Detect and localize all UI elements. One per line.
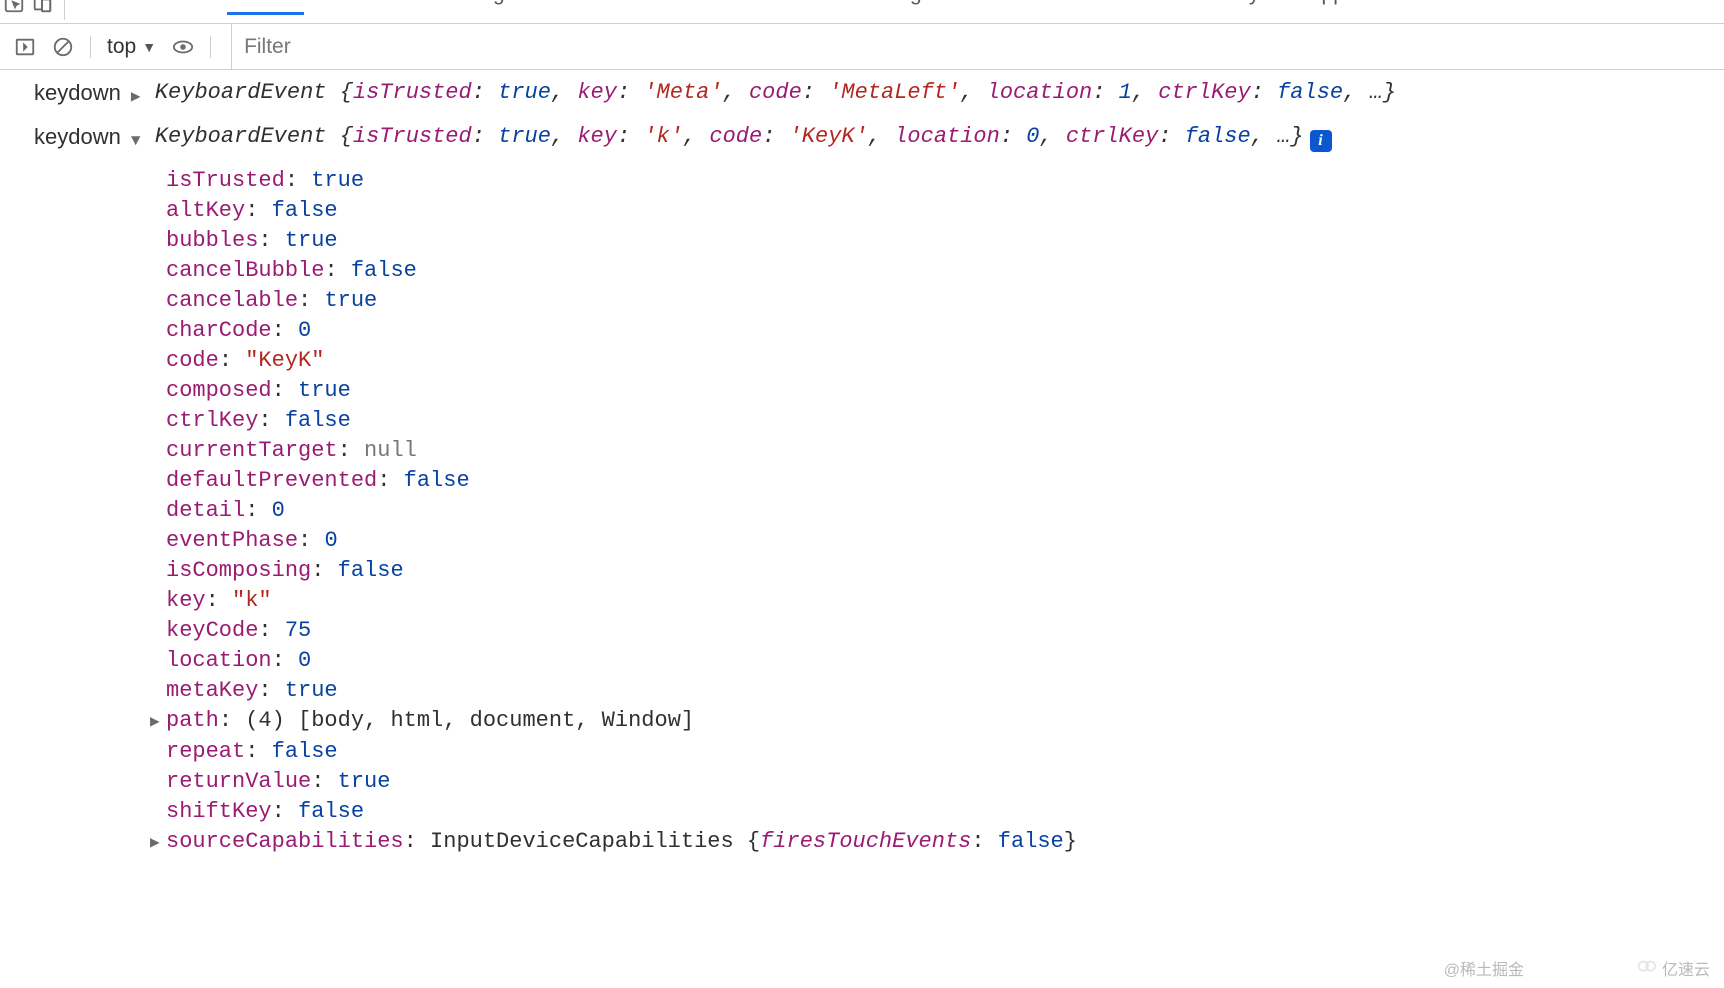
- console-filter-input[interactable]: [232, 24, 1724, 69]
- tab-elements[interactable]: Elements: [91, 0, 179, 12]
- object-property[interactable]: cancelBubble: false: [150, 256, 1724, 286]
- log-event-name: keydown: [34, 122, 121, 152]
- object-property[interactable]: location: 0: [150, 646, 1724, 676]
- divider: [90, 36, 91, 58]
- tab-performance-insights[interactable]: Performance insights: [752, 0, 967, 12]
- tab-performance[interactable]: Performance: [1015, 0, 1135, 12]
- object-property[interactable]: repeat: false: [150, 737, 1724, 767]
- object-property[interactable]: key: "k": [150, 586, 1724, 616]
- device-toggle-icon[interactable]: [28, 0, 56, 24]
- console-log-row: keydown ▼ KeyboardEvent {isTrusted: true, …: [34, 122, 1724, 156]
- object-property[interactable]: composed: true: [150, 376, 1724, 406]
- tab-network[interactable]: Network: [352, 0, 429, 12]
- disclosure-triangle-icon[interactable]: ▶: [150, 707, 166, 737]
- object-preview[interactable]: KeyboardEvent {isTrusted: true, key: 'k'…: [155, 122, 1332, 152]
- object-property[interactable]: charCode: 0: [150, 316, 1724, 346]
- tab-memory[interactable]: Memory: [1184, 0, 1260, 12]
- watermark-right: 亿速云: [1636, 956, 1710, 980]
- object-preview[interactable]: KeyboardEvent {isTrusted: true, key: 'Me…: [155, 78, 1396, 108]
- object-property[interactable]: detail: 0: [150, 496, 1724, 526]
- watermark-right-text: 亿速云: [1662, 956, 1710, 980]
- object-constructor: KeyboardEvent: [155, 124, 340, 149]
- divider: [64, 0, 65, 20]
- console-output: keydown ▶ KeyboardEvent {isTrusted: true, …: [0, 70, 1724, 858]
- filter-wrap: [231, 24, 1724, 69]
- watermark-left: @稀土掘金: [1444, 956, 1524, 980]
- execution-context-label: top: [107, 35, 136, 59]
- object-expanded: isTrusted: truealtKey: falsebubbles: tru…: [150, 166, 1724, 858]
- console-log-row: keydown ▶ KeyboardEvent {isTrusted: true, …: [34, 78, 1724, 112]
- object-property[interactable]: metaKey: true: [150, 676, 1724, 706]
- inspect-icon[interactable]: [0, 0, 28, 24]
- disclosure-triangle-icon[interactable]: ▶: [131, 78, 145, 112]
- object-property[interactable]: ▶path: (4) [body, html, document, Window…: [150, 706, 1724, 737]
- execution-context-select[interactable]: top ▼: [107, 35, 156, 59]
- object-property[interactable]: shiftKey: false: [150, 797, 1724, 827]
- object-property[interactable]: altKey: false: [150, 196, 1724, 226]
- chevron-down-icon: ▼: [142, 39, 156, 55]
- object-property[interactable]: currentTarget: null: [150, 436, 1724, 466]
- object-property[interactable]: cancelable: true: [150, 286, 1724, 316]
- info-icon[interactable]: i: [1310, 130, 1332, 152]
- disclosure-triangle-icon[interactable]: ▼: [131, 122, 145, 156]
- clear-console-icon[interactable]: [48, 32, 78, 62]
- divider: [210, 36, 211, 58]
- object-constructor: KeyboardEvent: [155, 80, 340, 105]
- tab-sources[interactable]: Sources: [627, 0, 704, 12]
- console-toolbar: top ▼: [0, 24, 1724, 70]
- object-property[interactable]: eventPhase: 0: [150, 526, 1724, 556]
- tab-appli[interactable]: Appli: [1308, 0, 1355, 12]
- live-expression-icon[interactable]: [168, 32, 198, 62]
- object-property[interactable]: ▶sourceCapabilities: InputDeviceCapabili…: [150, 827, 1724, 858]
- devtools-tabbar: Elements Console Network Lighthouse Sources P…: [0, 0, 1724, 24]
- log-event-name: keydown: [34, 78, 121, 108]
- disclosure-triangle-icon[interactable]: ▶: [150, 828, 166, 858]
- object-property[interactable]: returnValue: true: [150, 767, 1724, 797]
- object-property[interactable]: ctrlKey: false: [150, 406, 1724, 436]
- object-property[interactable]: isComposing: false: [150, 556, 1724, 586]
- object-property[interactable]: defaultPrevented: false: [150, 466, 1724, 496]
- object-property[interactable]: code: "KeyK": [150, 346, 1724, 376]
- object-property[interactable]: bubbles: true: [150, 226, 1724, 256]
- object-property[interactable]: keyCode: 75: [150, 616, 1724, 646]
- object-property[interactable]: isTrusted: true: [150, 166, 1724, 196]
- toggle-sidebar-icon[interactable]: [10, 32, 40, 62]
- tab-console[interactable]: Console: [227, 0, 304, 15]
- tab-lighthouse[interactable]: Lighthouse: [477, 0, 580, 12]
